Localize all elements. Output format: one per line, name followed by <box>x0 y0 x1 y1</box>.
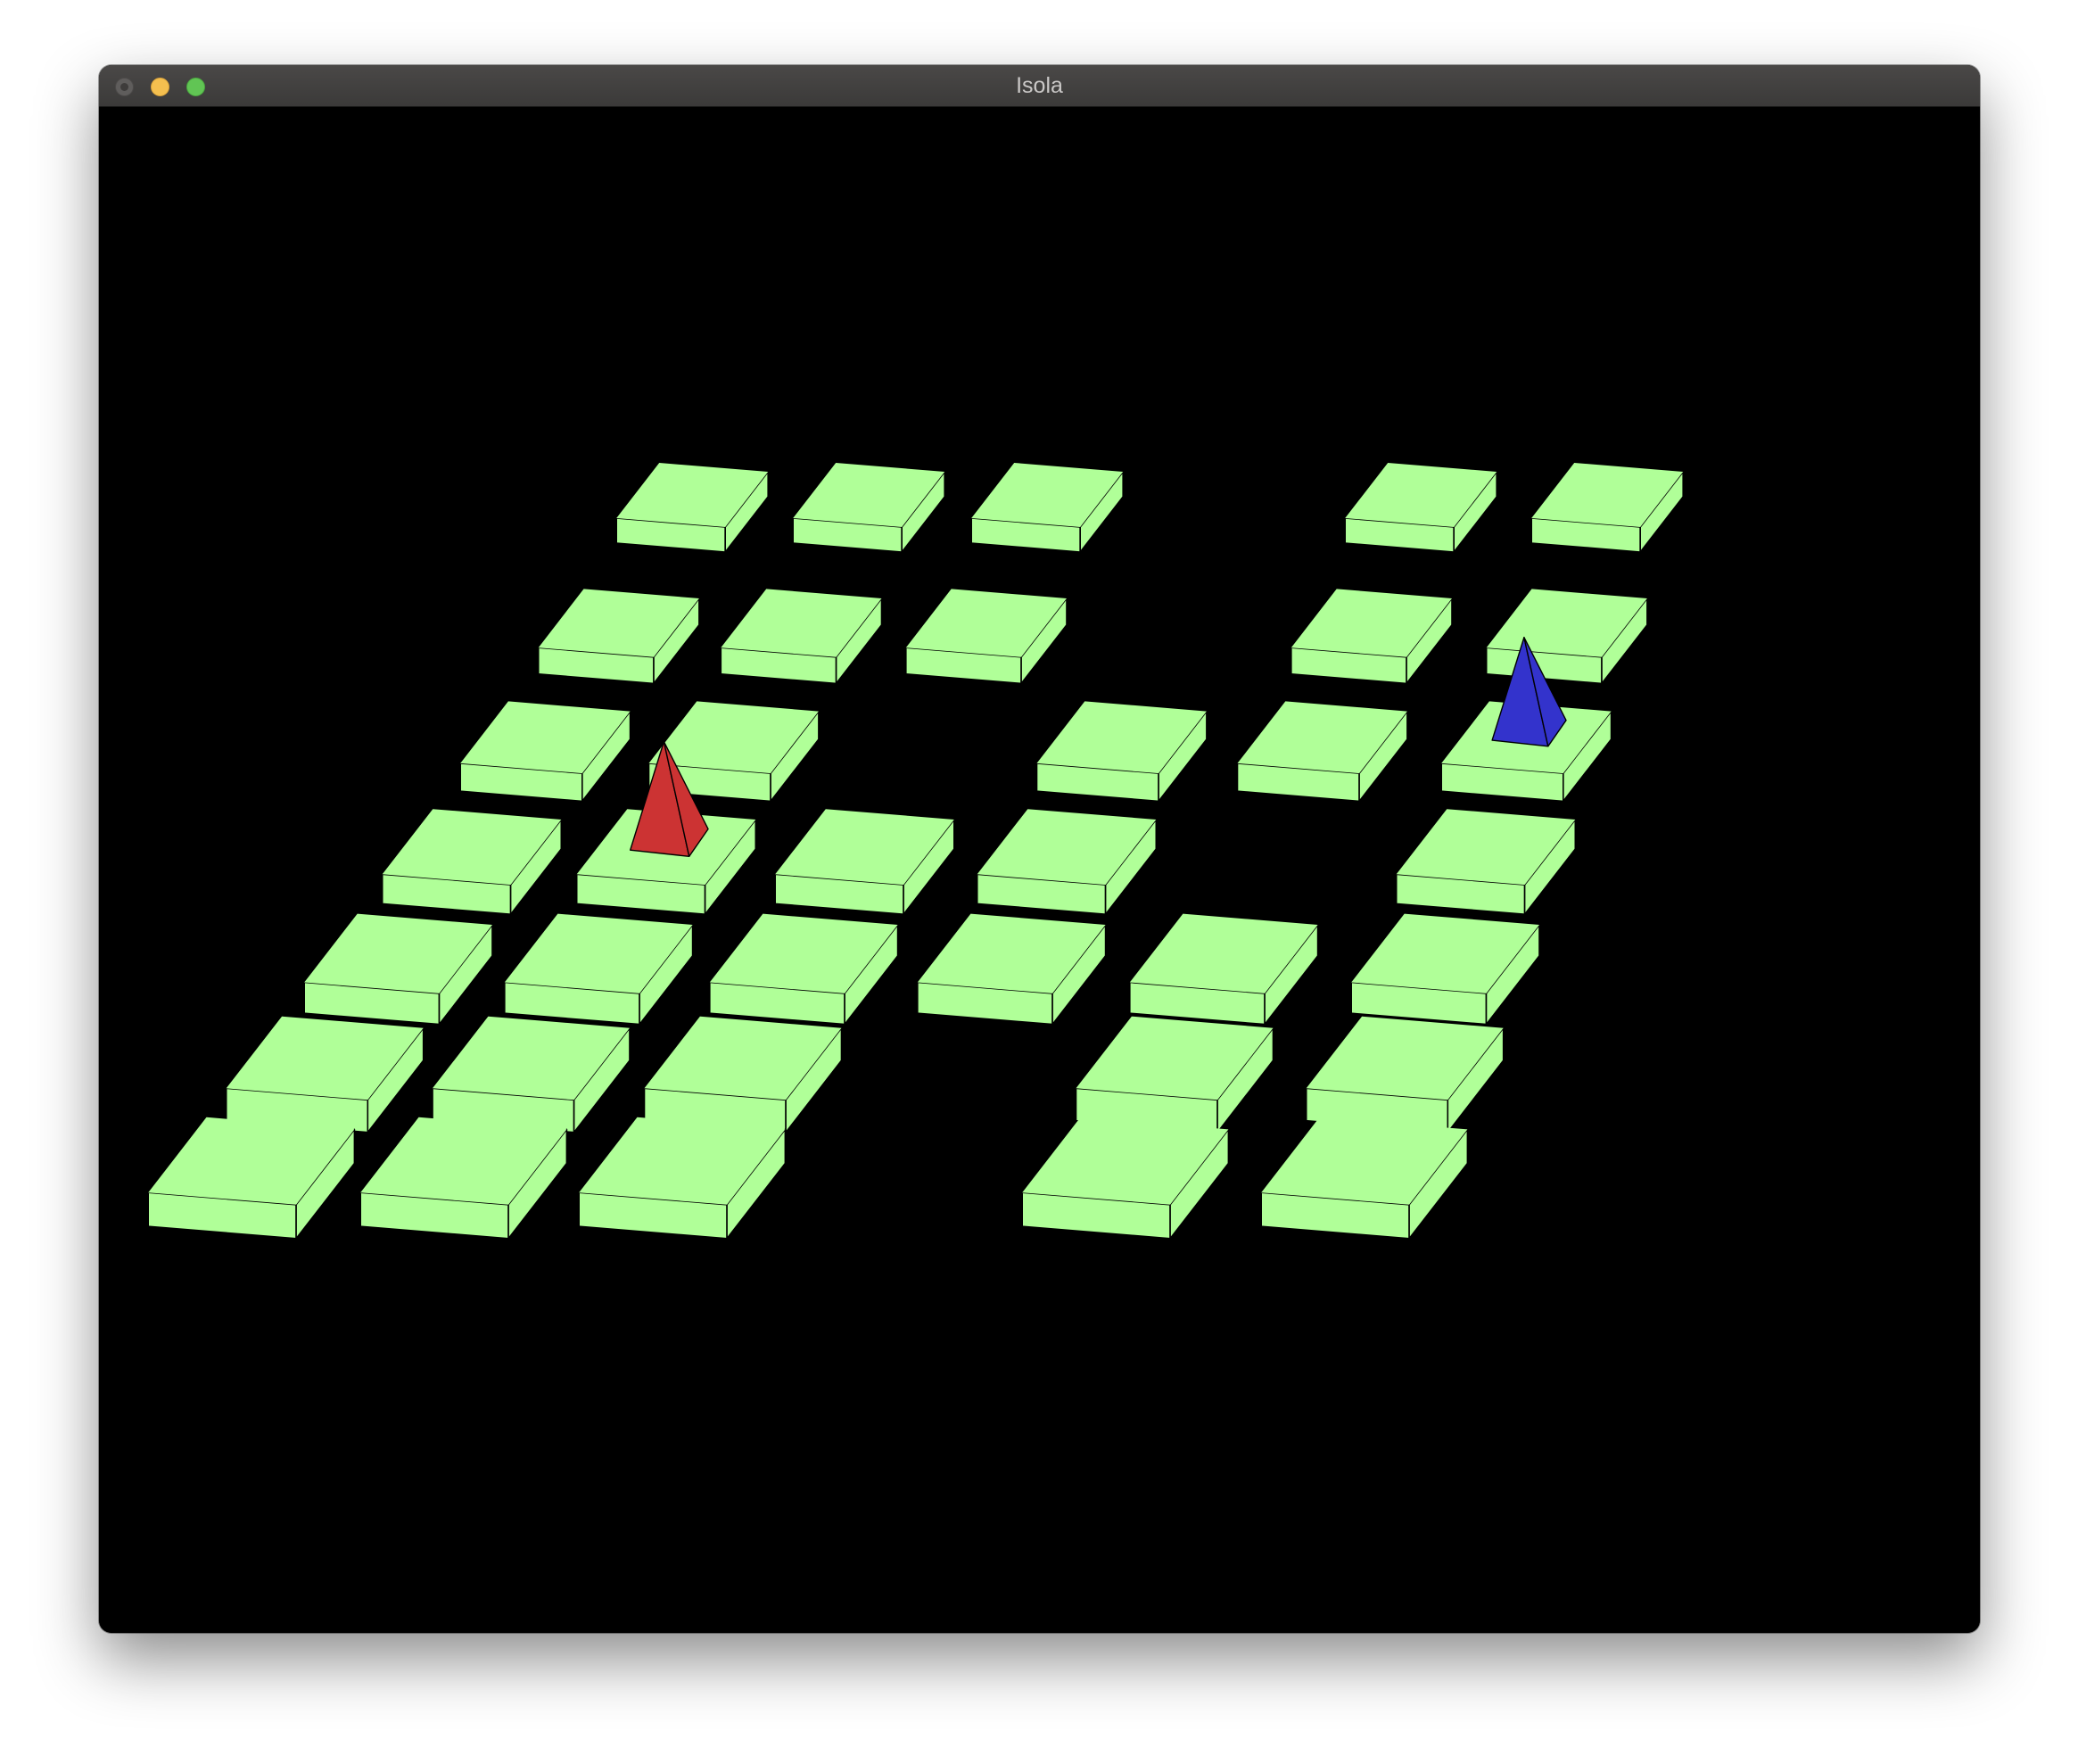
board-tile[interactable] <box>643 1016 843 1133</box>
board-tile[interactable] <box>774 809 955 916</box>
board-tile[interactable] <box>1530 463 1684 553</box>
board-tile[interactable] <box>615 463 770 553</box>
board-tile[interactable] <box>916 913 1107 1026</box>
board-tile[interactable] <box>1236 701 1408 803</box>
board-tile[interactable] <box>432 1016 631 1133</box>
window-title: Isola <box>1016 73 1063 98</box>
board-tile[interactable] <box>904 589 1068 685</box>
board-tile[interactable] <box>720 589 883 685</box>
board-tile[interactable] <box>1021 1117 1230 1240</box>
board-tile[interactable] <box>1485 589 1648 685</box>
board-tile[interactable] <box>359 1117 568 1240</box>
board-tile[interactable] <box>1395 809 1577 916</box>
board-tile[interactable] <box>1035 701 1208 803</box>
board-tile[interactable] <box>970 463 1124 553</box>
board-tile[interactable] <box>708 913 899 1026</box>
board-tile[interactable] <box>792 463 946 553</box>
board-tile[interactable] <box>976 809 1158 916</box>
board-tile[interactable] <box>1344 463 1497 553</box>
title-bar[interactable]: Isola <box>99 65 1980 107</box>
board-tile[interactable] <box>1350 913 1540 1026</box>
board-tile[interactable] <box>459 701 631 803</box>
board-tile[interactable] <box>147 1117 356 1240</box>
board-tile[interactable] <box>225 1016 425 1133</box>
board-tile[interactable] <box>537 589 700 685</box>
board-tile[interactable] <box>1291 589 1453 685</box>
board-tile[interactable] <box>1075 1016 1274 1133</box>
game-board[interactable] <box>99 107 1980 1633</box>
board-tile[interactable] <box>303 913 493 1026</box>
board-tile[interactable] <box>381 809 563 916</box>
board-tile[interactable] <box>1129 913 1319 1026</box>
board-tile[interactable] <box>578 1117 787 1240</box>
app-window: Isola <box>99 65 1980 1633</box>
board-tile[interactable] <box>1260 1117 1469 1240</box>
game-viewport[interactable] <box>99 107 1980 1633</box>
board-tile[interactable] <box>503 913 694 1026</box>
board-tile[interactable] <box>1305 1016 1505 1133</box>
